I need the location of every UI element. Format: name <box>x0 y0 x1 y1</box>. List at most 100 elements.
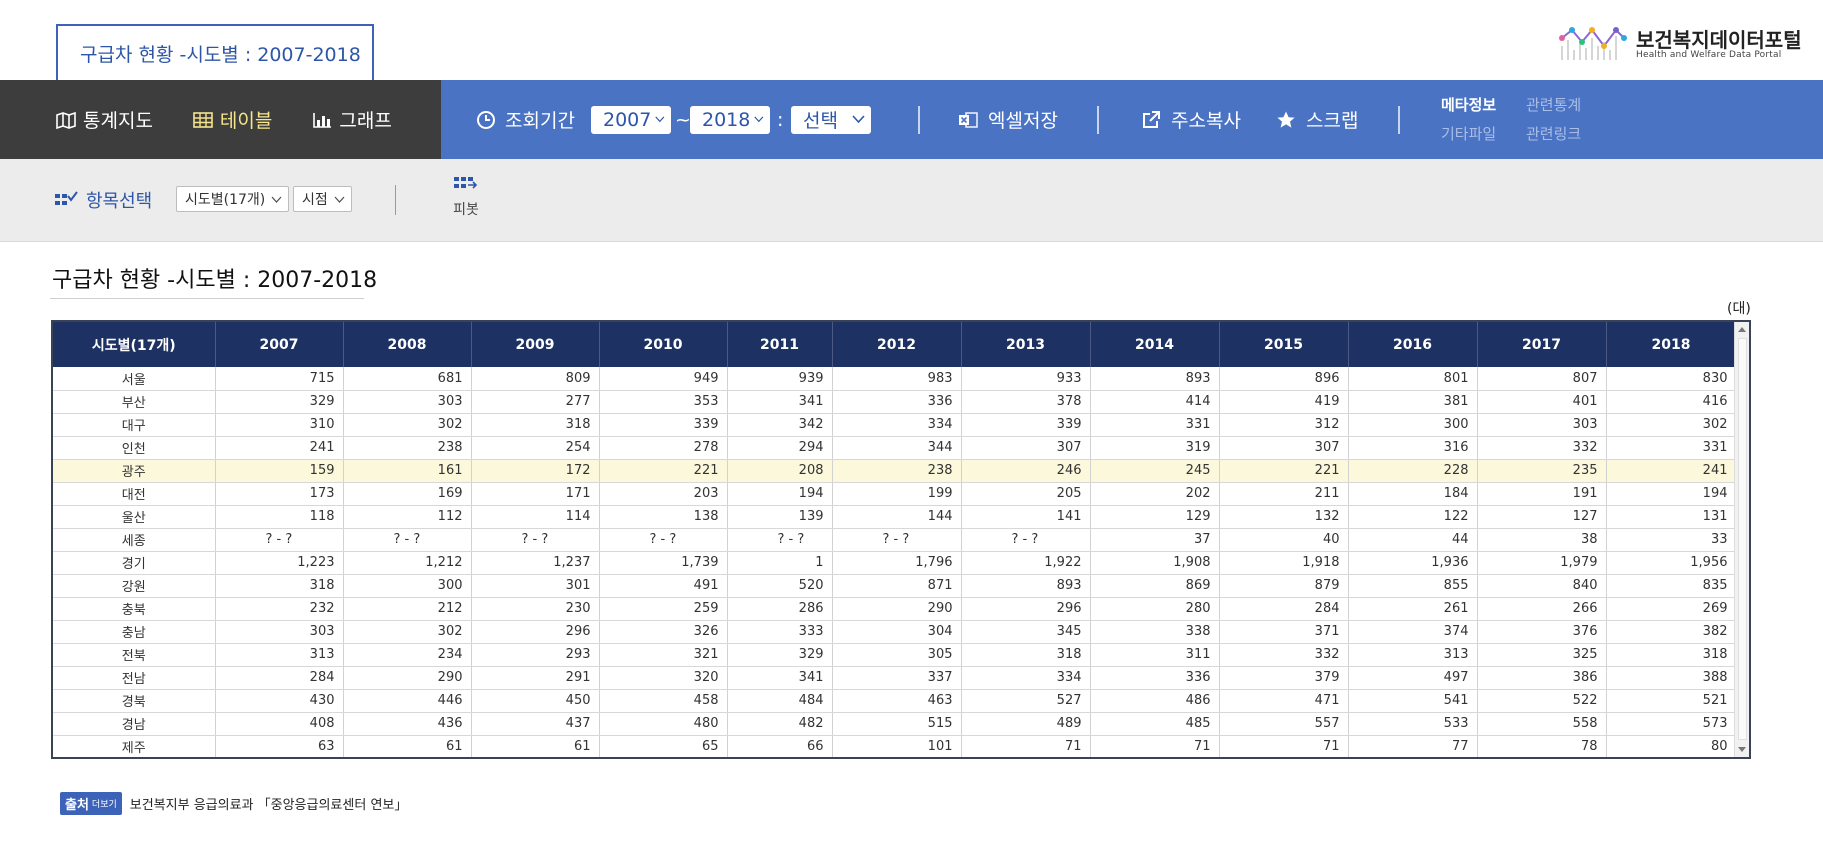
value-cell: 191 <box>1477 482 1607 506</box>
region-cell: 충북 <box>53 597 216 621</box>
scrap-button[interactable]: 스크랩 <box>1276 80 1358 159</box>
value-cell: 378 <box>961 390 1091 414</box>
value-cell: 284 <box>1219 597 1349 621</box>
value-cell: 161 <box>343 459 472 483</box>
value-cell: 132 <box>1219 505 1349 529</box>
table-row[interactable]: 부산 329 303 277 353 341 336 378 414 419 381 401 416 <box>53 390 1737 414</box>
value-cell: 341 <box>727 666 833 690</box>
scroll-thumb[interactable] <box>1738 338 1747 740</box>
view-graph-button[interactable]: 그래프 <box>312 106 392 133</box>
column-header-year[interactable]: 2009 <box>471 322 600 367</box>
column-header-year[interactable]: 2014 <box>1090 322 1220 367</box>
pivot-button[interactable]: 피봇 <box>446 173 486 229</box>
copy-url-button[interactable]: 주소복사 <box>1141 80 1241 159</box>
source-badge[interactable]: 출처 더보기 <box>60 792 122 815</box>
region-dropdown[interactable]: 시도별(17개) <box>176 186 290 212</box>
start-year-value: 2007 <box>603 108 652 131</box>
column-header-year[interactable]: 2015 <box>1219 322 1349 367</box>
value-cell: 278 <box>599 436 728 460</box>
value-cell: ? - ? <box>471 528 600 552</box>
value-cell: 338 <box>1090 620 1220 644</box>
related-stats-link[interactable]: 관련통계 <box>1526 94 1581 115</box>
table-row[interactable]: 대구 310 302 318 339 342 334 339 331 312 300 303 302 <box>53 413 1737 437</box>
value-cell: 266 <box>1477 597 1607 621</box>
value-cell: 450 <box>471 689 600 713</box>
bar-chart-icon <box>313 112 332 128</box>
table-row[interactable]: 제주 63 61 61 65 66 101 71 71 71 77 78 80 <box>53 735 1737 757</box>
portal-logo[interactable]: 보건복지데이터포털 Health and Welfare Data Portal <box>1558 22 1802 66</box>
value-cell: 312 <box>1219 413 1349 437</box>
value-cell: 681 <box>343 367 472 391</box>
vertical-scrollbar[interactable] <box>1734 322 1749 757</box>
column-header-year[interactable]: 2012 <box>832 322 962 367</box>
table-body: 서울 715 681 809 949 939 983 933 893 896 801 807 830 부산… <box>53 367 1737 757</box>
table-row[interactable]: 경북 430 446 450 458 484 463 527 486 471 541 522 521 <box>53 689 1737 713</box>
other-files-link[interactable]: 기타파일 <box>1441 123 1496 144</box>
value-cell: 302 <box>343 620 472 644</box>
period-type-select[interactable]: 선택 <box>791 105 871 134</box>
column-header-year[interactable]: 2017 <box>1477 322 1607 367</box>
value-cell: 205 <box>961 482 1091 506</box>
value-cell: 939 <box>727 367 833 391</box>
value-cell: 290 <box>832 597 962 621</box>
value-cell: 557 <box>1219 712 1349 736</box>
column-header-year[interactable]: 2018 <box>1606 322 1737 367</box>
value-cell: 480 <box>599 712 728 736</box>
data-table-container[interactable]: 시도별(17개) 2007 2008 2009 2010 2011 2012 2013 201… <box>51 320 1751 759</box>
column-header-year[interactable]: 2010 <box>599 322 728 367</box>
scroll-up-arrow[interactable] <box>1738 327 1746 332</box>
value-cell: 313 <box>1348 643 1478 667</box>
value-cell: 71 <box>961 735 1091 757</box>
table-icon <box>193 111 213 128</box>
value-cell: 527 <box>961 689 1091 713</box>
value-cell: 122 <box>1348 505 1478 529</box>
end-year-select[interactable]: 2018 <box>690 105 770 134</box>
value-cell: 331 <box>1606 436 1737 460</box>
table-row[interactable]: 경남 408 436 437 480 482 515 489 485 557 533 558 573 <box>53 712 1737 736</box>
table-row[interactable]: 전남 284 290 291 320 341 337 334 336 379 497 386 388 <box>53 666 1737 690</box>
value-cell: 138 <box>599 505 728 529</box>
value-cell: 339 <box>961 413 1091 437</box>
value-cell: 336 <box>1090 666 1220 690</box>
table-row[interactable]: 대전 173 169 171 203 194 199 205 202 211 184 191 194 <box>53 482 1737 506</box>
view-map-button[interactable]: 통계지도 <box>56 106 153 133</box>
meta-info-link[interactable]: 메타정보 <box>1441 94 1496 115</box>
table-row[interactable]: 세종? - ?? - ?? - ?? - ?? - ?? - ?? - ? 37 4… <box>53 528 1737 552</box>
table-row[interactable]: 강원 318 300 301 491 520 871 893 869 879 855 840 835 <box>53 574 1737 598</box>
column-header-year[interactable]: 2008 <box>343 322 472 367</box>
table-row[interactable]: 서울 715 681 809 949 939 983 933 893 896 801 807 830 <box>53 367 1737 391</box>
value-cell: 290 <box>343 666 472 690</box>
table-row[interactable]: 경기 1,223 1,212 1,237 1,739 1 1,796 1,922 1,908 1,… <box>53 551 1737 575</box>
value-cell: 336 <box>832 390 962 414</box>
table-row[interactable]: 충북 232 212 230 259 286 290 296 280 284 261 266 269 <box>53 597 1737 621</box>
table-row[interactable]: 광주 159 161 172 221 208 238 246 245 221 228 235 241 <box>53 459 1737 483</box>
value-cell: 835 <box>1606 574 1737 598</box>
value-cell: 332 <box>1477 436 1607 460</box>
start-year-select[interactable]: 2007 <box>591 105 671 134</box>
value-cell: 246 <box>961 459 1091 483</box>
value-cell: 232 <box>215 597 344 621</box>
column-header-year[interactable]: 2016 <box>1348 322 1478 367</box>
logo-name: 보건복지데이터포털 <box>1636 28 1802 52</box>
value-cell: 830 <box>1606 367 1737 391</box>
scroll-down-arrow[interactable] <box>1738 747 1746 752</box>
value-cell: 1,908 <box>1090 551 1220 575</box>
table-row[interactable]: 충남 303 302 296 326 333 304 345 338 371 374 376 382 <box>53 620 1737 644</box>
column-header-year[interactable]: 2007 <box>215 322 344 367</box>
value-cell: 300 <box>1348 413 1478 437</box>
timepoint-dropdown[interactable]: 시점 <box>293 186 352 212</box>
excel-save-button[interactable]: 엑셀저장 <box>958 80 1058 159</box>
value-cell: 1,237 <box>471 551 600 575</box>
column-header-year[interactable]: 2011 <box>727 322 833 367</box>
chevron-down-icon <box>655 116 665 123</box>
value-cell: 131 <box>1606 505 1737 529</box>
column-header-year[interactable]: 2013 <box>961 322 1091 367</box>
table-row[interactable]: 울산 118 112 114 138 139 144 141 129 132 122 127 131 <box>53 505 1737 529</box>
table-row[interactable]: 인천 241 238 254 278 294 344 307 319 307 316 332 331 <box>53 436 1737 460</box>
value-cell: 208 <box>727 459 833 483</box>
related-links-link[interactable]: 관련링크 <box>1526 123 1581 144</box>
column-header-region[interactable]: 시도별(17개) <box>53 322 216 367</box>
region-cell: 강원 <box>53 574 216 598</box>
view-table-button[interactable]: 테이블 <box>193 106 272 133</box>
table-row[interactable]: 전북 313 234 293 321 329 305 318 311 332 313 325 318 <box>53 643 1737 667</box>
